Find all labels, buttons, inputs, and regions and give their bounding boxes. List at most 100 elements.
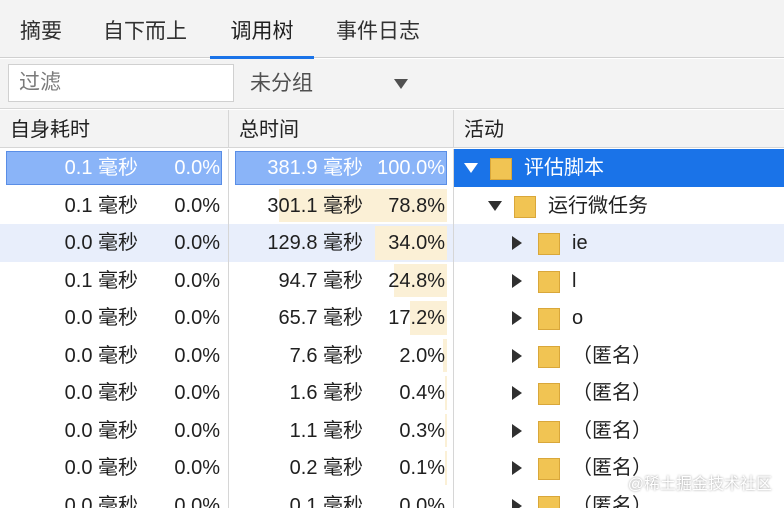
total-time-value: 94.7 毫秒 [278, 269, 363, 292]
self-time-percent: 0.0% [174, 194, 220, 217]
total-time-percent: 78.8% [388, 194, 445, 217]
table-row[interactable]: 0.0 毫秒 0.0% 129.8 毫秒 34.0% ie [0, 224, 784, 262]
tab-summary[interactable]: 摘要 [6, 0, 76, 58]
activity-label: 评估脚本 [524, 157, 604, 179]
total-time-cell: 129.8 毫秒 34.0% [228, 224, 453, 262]
script-folder-icon [538, 270, 560, 293]
table-row[interactable]: 0.0 毫秒 0.0% 1.1 毫秒 0.3% （匿名） [0, 411, 784, 450]
table-row[interactable]: 0.0 毫秒 0.0% 65.7 毫秒 17.2% o [0, 299, 784, 337]
watermark: @稀土掘金技术社区 [627, 476, 772, 493]
script-folder-icon [538, 458, 560, 480]
activity-cell: （匿名） [453, 336, 784, 374]
self-time-value: 0.1 毫秒 [64, 157, 138, 179]
column-header-total-time[interactable]: 总时间 [228, 110, 453, 148]
collapse-toggle-icon[interactable] [512, 348, 522, 363]
activity-label: o [572, 307, 584, 329]
collapse-toggle-icon[interactable] [512, 461, 522, 475]
total-time-cell: 65.7 毫秒 17.2% [228, 299, 453, 337]
self-time-cell: 0.0 毫秒 0.0% [0, 224, 228, 262]
self-time-percent: 0.0% [174, 307, 220, 329]
table-row[interactable]: 0.1 毫秒 0.0% 94.7 毫秒 24.8% l [0, 261, 784, 300]
self-time-cell: 0.0 毫秒 0.0% [0, 412, 228, 450]
tab-bottom-up[interactable]: 自下而上 [92, 0, 198, 58]
total-time-percent: 2.0% [399, 344, 445, 367]
self-time-cell: 0.0 毫秒 0.0% [0, 374, 228, 412]
activity-label: （匿名） [572, 419, 652, 442]
total-time-bar [445, 451, 447, 485]
script-folder-icon [538, 495, 560, 508]
activity-cell: 评估脚本 [453, 149, 784, 187]
self-time-value: 0.0 毫秒 [64, 494, 138, 508]
activity-label: （匿名） [572, 344, 652, 367]
activity-cell: l [453, 261, 784, 299]
total-time-percent: 34.0% [388, 232, 445, 254]
total-time-value: 129.8 毫秒 [267, 232, 363, 254]
self-time-cell: 0.1 毫秒 0.0% [0, 262, 228, 300]
total-time-percent: 0.3% [399, 419, 445, 442]
total-time-percent: 0.4% [399, 382, 445, 404]
total-time-cell: 301.1 毫秒 78.8% [228, 186, 453, 224]
total-time-bar [445, 376, 447, 410]
table-row[interactable]: 0.0 毫秒 0.0% 1.6 毫秒 0.4% （匿名） [0, 374, 784, 412]
self-time-cell: 0.1 毫秒 0.0% [0, 187, 228, 225]
activity-cell: （匿名） [453, 374, 784, 412]
collapse-toggle-icon[interactable] [512, 386, 522, 400]
activity-cell: （匿名） [453, 411, 784, 449]
self-time-value: 0.0 毫秒 [64, 382, 138, 404]
activity-label: l [572, 269, 577, 292]
total-time-cell: 1.6 毫秒 0.4% [228, 374, 453, 412]
self-time-percent: 0.0% [174, 344, 220, 367]
column-header-self-time[interactable]: 自身耗时 [0, 110, 228, 148]
script-folder-icon [490, 158, 512, 180]
total-time-percent: 17.2% [388, 307, 445, 329]
script-folder-icon [514, 195, 536, 218]
total-time-cell: 0.1 毫秒 0.0% [228, 486, 453, 508]
total-time-bar [445, 413, 447, 447]
expand-toggle-icon[interactable] [464, 163, 478, 173]
column-header-activity[interactable]: 活动 [453, 110, 784, 148]
self-time-percent: 0.0% [174, 457, 220, 479]
self-time-value: 0.0 毫秒 [64, 232, 138, 254]
script-folder-icon [538, 383, 560, 405]
total-time-cell: 1.1 毫秒 0.3% [228, 411, 453, 449]
total-time-cell: 0.2 毫秒 0.1% [228, 449, 453, 487]
total-time-value: 0.2 毫秒 [289, 457, 363, 479]
collapse-toggle-icon[interactable] [512, 236, 522, 250]
collapse-toggle-icon[interactable] [512, 498, 522, 508]
dropdown-arrow-icon [394, 79, 408, 89]
total-time-cell: 381.9 毫秒 100.0% [228, 149, 453, 187]
script-folder-icon [538, 345, 560, 368]
total-time-value: 0.1 毫秒 [289, 494, 363, 508]
tab-bar: 摘要 自下而上 调用树 事件日志 [0, 0, 784, 59]
self-time-cell: 0.1 毫秒 0.0% [0, 149, 228, 187]
expand-toggle-icon[interactable] [488, 200, 502, 211]
total-time-percent: 0.1% [399, 457, 445, 479]
tab-event-log[interactable]: 事件日志 [326, 0, 430, 58]
self-time-cell: 0.0 毫秒 0.0% [0, 449, 228, 487]
collapse-toggle-icon[interactable] [512, 311, 522, 325]
self-time-cell: 0.0 毫秒 0.0% [0, 299, 228, 337]
filter-bar: 未分组 [0, 59, 784, 109]
table-row[interactable]: 0.1 毫秒 0.0% 301.1 毫秒 78.8% 运行微任务 [0, 186, 784, 225]
activity-label: 运行微任务 [548, 194, 648, 217]
tab-call-tree[interactable]: 调用树 [210, 0, 314, 59]
group-by-select[interactable]: 未分组 [236, 64, 426, 102]
self-time-cell: 0.0 毫秒 0.0% [0, 337, 228, 375]
self-time-percent: 0.0% [174, 269, 220, 292]
self-time-value: 0.1 毫秒 [64, 194, 138, 217]
total-time-value: 381.9 毫秒 [267, 157, 363, 179]
self-time-value: 0.1 毫秒 [64, 269, 138, 292]
total-time-value: 1.1 毫秒 [289, 419, 363, 442]
script-folder-icon [538, 233, 560, 255]
filter-input[interactable] [8, 64, 234, 102]
table-row[interactable]: 0.1 毫秒 0.0% 381.9 毫秒 100.0% 评估脚本 [0, 149, 784, 187]
total-time-value: 7.6 毫秒 [289, 344, 363, 367]
self-time-percent: 0.0% [174, 232, 220, 254]
table-row[interactable]: 0.0 毫秒 0.0% 7.6 毫秒 2.0% （匿名） [0, 336, 784, 375]
collapse-toggle-icon[interactable] [512, 423, 522, 438]
total-time-cell: 94.7 毫秒 24.8% [228, 261, 453, 299]
self-time-percent: 0.0% [174, 382, 220, 404]
self-time-value: 0.0 毫秒 [64, 457, 138, 479]
self-time-percent: 0.0% [174, 157, 220, 179]
collapse-toggle-icon[interactable] [512, 273, 522, 288]
